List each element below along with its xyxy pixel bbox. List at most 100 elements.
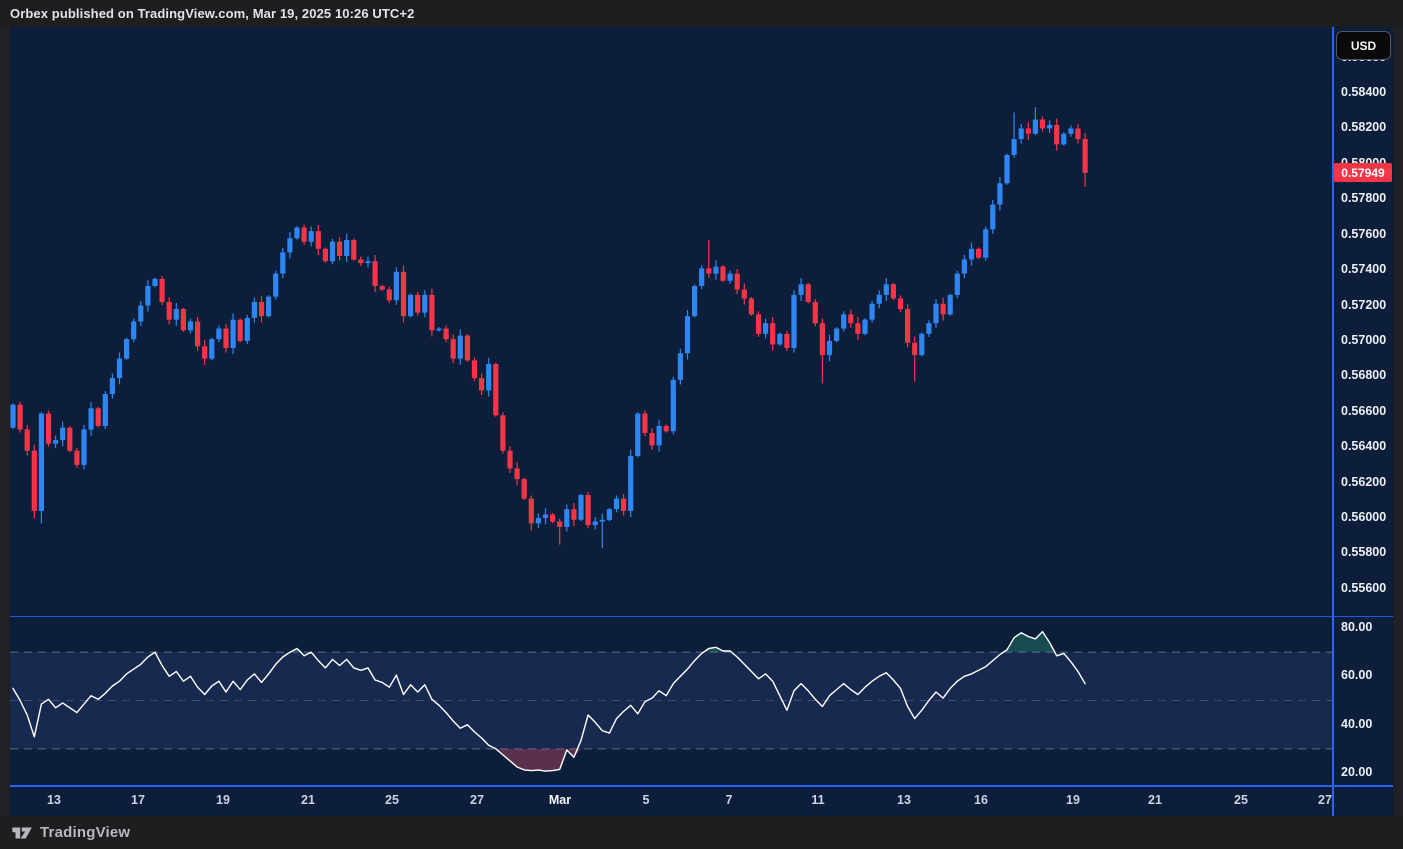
price-tick-label: 0.55800 xyxy=(1341,545,1401,559)
candle-body xyxy=(351,240,356,259)
candle-body xyxy=(600,520,605,522)
candle-body xyxy=(621,499,626,511)
candle-body xyxy=(990,205,995,230)
rsi-oversold-area xyxy=(13,749,1085,771)
candle-body xyxy=(642,414,647,433)
candle-body xyxy=(451,339,456,358)
candle-body xyxy=(245,318,250,341)
tradingview-brand[interactable]: TradingView xyxy=(40,824,130,841)
candle-body xyxy=(1040,120,1045,129)
time-tick-label: 19 xyxy=(1066,793,1080,807)
rsi-tick-label: 40.00 xyxy=(1341,717,1401,731)
candle-body xyxy=(294,228,299,239)
candle-body xyxy=(195,321,200,346)
candle-body xyxy=(167,302,172,320)
candle-body xyxy=(536,518,541,523)
candle-body xyxy=(969,249,974,260)
candle-body xyxy=(799,284,804,295)
candle-body xyxy=(657,426,662,445)
candle-body xyxy=(806,284,811,302)
time-tick-label: 21 xyxy=(1148,793,1162,807)
tradingview-logo-icon[interactable] xyxy=(12,826,33,840)
candle-body xyxy=(827,341,832,355)
candle-body xyxy=(160,279,165,302)
candle-body xyxy=(955,274,960,295)
candle-body xyxy=(145,286,150,305)
rsi-tick-label: 80.00 xyxy=(1341,620,1401,634)
candle-body xyxy=(529,499,534,524)
candle-body xyxy=(465,336,470,361)
candle-body xyxy=(884,284,889,295)
price-tick-label: 0.58400 xyxy=(1341,85,1401,99)
candle-body xyxy=(252,302,257,318)
candle-body xyxy=(493,364,498,415)
candle-body xyxy=(273,274,278,297)
price-tick-label: 0.57200 xyxy=(1341,298,1401,312)
candle-body xyxy=(152,279,157,286)
candle-body xyxy=(323,249,328,261)
candle-body xyxy=(358,259,363,263)
time-tick-label: 25 xyxy=(1234,793,1248,807)
last-price-badge: 0.57949 xyxy=(1334,163,1392,182)
candle-body xyxy=(720,267,725,281)
candle-body xyxy=(898,298,903,309)
pane-divider[interactable] xyxy=(10,616,1393,617)
candle-body xyxy=(564,509,569,527)
candle-body xyxy=(458,336,463,359)
candle-body xyxy=(486,364,491,391)
candle-body xyxy=(976,249,981,258)
candle-body xyxy=(941,304,946,315)
price-tick-label: 0.58200 xyxy=(1341,120,1401,134)
candle-body xyxy=(316,231,321,249)
candle-body xyxy=(436,329,441,331)
candle-body xyxy=(926,323,931,334)
candle-body xyxy=(706,268,711,273)
price-axis-border xyxy=(1332,27,1334,816)
publish-header: Orbex published on TradingView.com, Mar … xyxy=(0,0,1403,27)
candle-body xyxy=(344,240,349,256)
candle-body xyxy=(365,261,370,263)
candle-body xyxy=(614,499,619,510)
candle-body xyxy=(699,268,704,286)
candle-body xyxy=(912,343,917,355)
candle-body xyxy=(1054,125,1059,144)
candle-body xyxy=(373,261,378,286)
candle-body xyxy=(607,509,612,520)
candle-body xyxy=(259,302,264,316)
candle-body xyxy=(841,314,846,328)
candle-body xyxy=(1033,120,1038,134)
candle-body xyxy=(124,339,129,358)
candle-body xyxy=(578,495,583,520)
candle-body xyxy=(948,295,953,314)
rsi-pane-bottom-border[interactable] xyxy=(10,785,1393,787)
price-tick-label: 0.56400 xyxy=(1341,439,1401,453)
time-tick-label: 16 xyxy=(974,793,988,807)
candle-body xyxy=(628,456,633,511)
candle-body xyxy=(713,267,718,274)
price-tick-label: 0.57400 xyxy=(1341,262,1401,276)
candle-body xyxy=(302,228,307,242)
candle-body xyxy=(557,522,562,527)
candle-body xyxy=(784,334,789,348)
candle-body xyxy=(891,284,896,298)
rsi-tick-label: 20.00 xyxy=(1341,765,1401,779)
chart-canvas xyxy=(0,0,1403,849)
candle-body xyxy=(202,346,207,358)
candle-body xyxy=(550,514,555,521)
candle-body xyxy=(96,408,101,426)
candle-body xyxy=(309,231,314,242)
candle-body xyxy=(735,274,740,290)
candle-body xyxy=(39,414,44,511)
time-tick-label: Mar xyxy=(549,793,571,807)
candle-body xyxy=(472,360,477,378)
candle-body xyxy=(770,323,775,344)
candle-body xyxy=(962,259,967,273)
candle-body xyxy=(507,451,512,469)
currency-button[interactable]: USD xyxy=(1336,31,1391,60)
candle-body xyxy=(649,433,654,445)
candle-body xyxy=(855,323,860,334)
time-tick-label: 13 xyxy=(47,793,61,807)
candle-body xyxy=(685,316,690,353)
price-tick-label: 0.56800 xyxy=(1341,368,1401,382)
candle-body xyxy=(67,428,72,451)
